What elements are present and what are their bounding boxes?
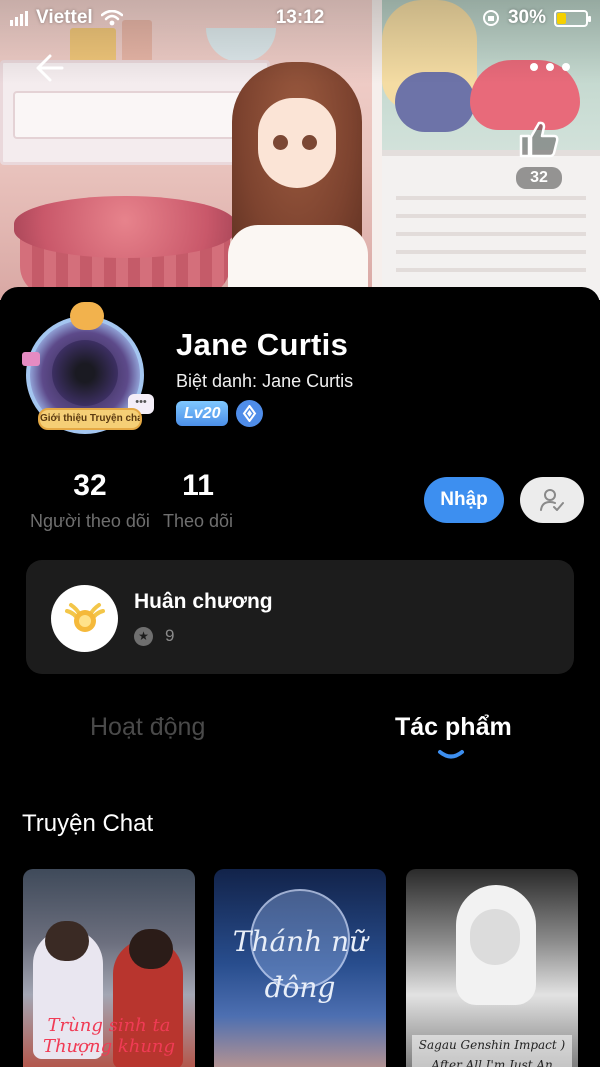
user-name: Jane Curtis	[176, 327, 349, 362]
works-list: Trùng sinh ta Thượng khung Thánh nữ đông…	[23, 869, 579, 1067]
like-count: 32	[516, 167, 562, 189]
battery-percent: 30%	[507, 7, 546, 28]
followers-stat[interactable]: 32 Người theo dõi	[30, 469, 150, 532]
tab-active-indicator	[438, 750, 464, 759]
bear-decoration-icon	[70, 302, 104, 330]
following-label: Theo dõi	[163, 511, 234, 531]
profile-sheet: ••• Giới thiệu Truyện chat Jane Curtis B…	[0, 287, 600, 1067]
work-card-title: Trùng sinh ta Thượng khung	[42, 1015, 176, 1057]
following-count: 11	[182, 469, 214, 502]
profile-cover	[0, 0, 600, 300]
gem-badge-icon[interactable]	[236, 400, 264, 427]
level-badge[interactable]: Lv20	[176, 401, 229, 426]
battery-icon	[554, 9, 591, 27]
nickname: Biệt danh: Jane Curtis	[176, 371, 354, 391]
work-card[interactable]: Sagau Genshin Impact ) After All I'm Jus…	[406, 869, 578, 1067]
more-options-button[interactable]	[530, 55, 570, 79]
back-arrow-icon[interactable]	[30, 50, 66, 86]
section-title: Truyện Chat	[22, 810, 154, 837]
medal-count-row: ★ 9	[134, 626, 174, 646]
medal-title: Huân chương	[134, 590, 273, 613]
work-card[interactable]: Thánh nữ đông	[214, 869, 386, 1067]
work-card-title: Thánh nữ đông	[232, 925, 368, 1004]
followers-label: Người theo dõi	[30, 511, 150, 531]
star-icon: ★	[134, 626, 153, 646]
rotation-lock-icon	[482, 10, 499, 26]
like-button[interactable]: 32	[514, 118, 564, 189]
badge-row: Lv20	[176, 400, 264, 427]
friend-status-button[interactable]	[520, 477, 584, 523]
status-bar: Viettel 13:12 30%	[0, 0, 600, 36]
profile-avatar[interactable]: ••• Giới thiệu Truyện chat	[18, 302, 158, 442]
tab-works[interactable]: Tác phẩm	[395, 713, 512, 742]
followers-count: 32	[73, 469, 107, 502]
work-card-title: Sagau Genshin Impact ) After All I'm Jus…	[412, 1035, 572, 1067]
following-stat[interactable]: 11 Theo dõi	[163, 469, 233, 532]
work-card[interactable]: Trùng sinh ta Thượng khung	[23, 869, 195, 1067]
thumbs-up-icon	[519, 121, 559, 158]
medal-icon	[51, 585, 118, 652]
join-button[interactable]: Nhập	[424, 477, 504, 523]
tab-activity[interactable]: Hoạt động	[90, 713, 205, 742]
user-check-icon	[540, 489, 564, 511]
medal-count: 9	[165, 626, 175, 645]
avatar-banner: Giới thiệu Truyện chat	[38, 408, 142, 430]
medal-card[interactable]: Huân chương ★ 9	[26, 560, 574, 674]
